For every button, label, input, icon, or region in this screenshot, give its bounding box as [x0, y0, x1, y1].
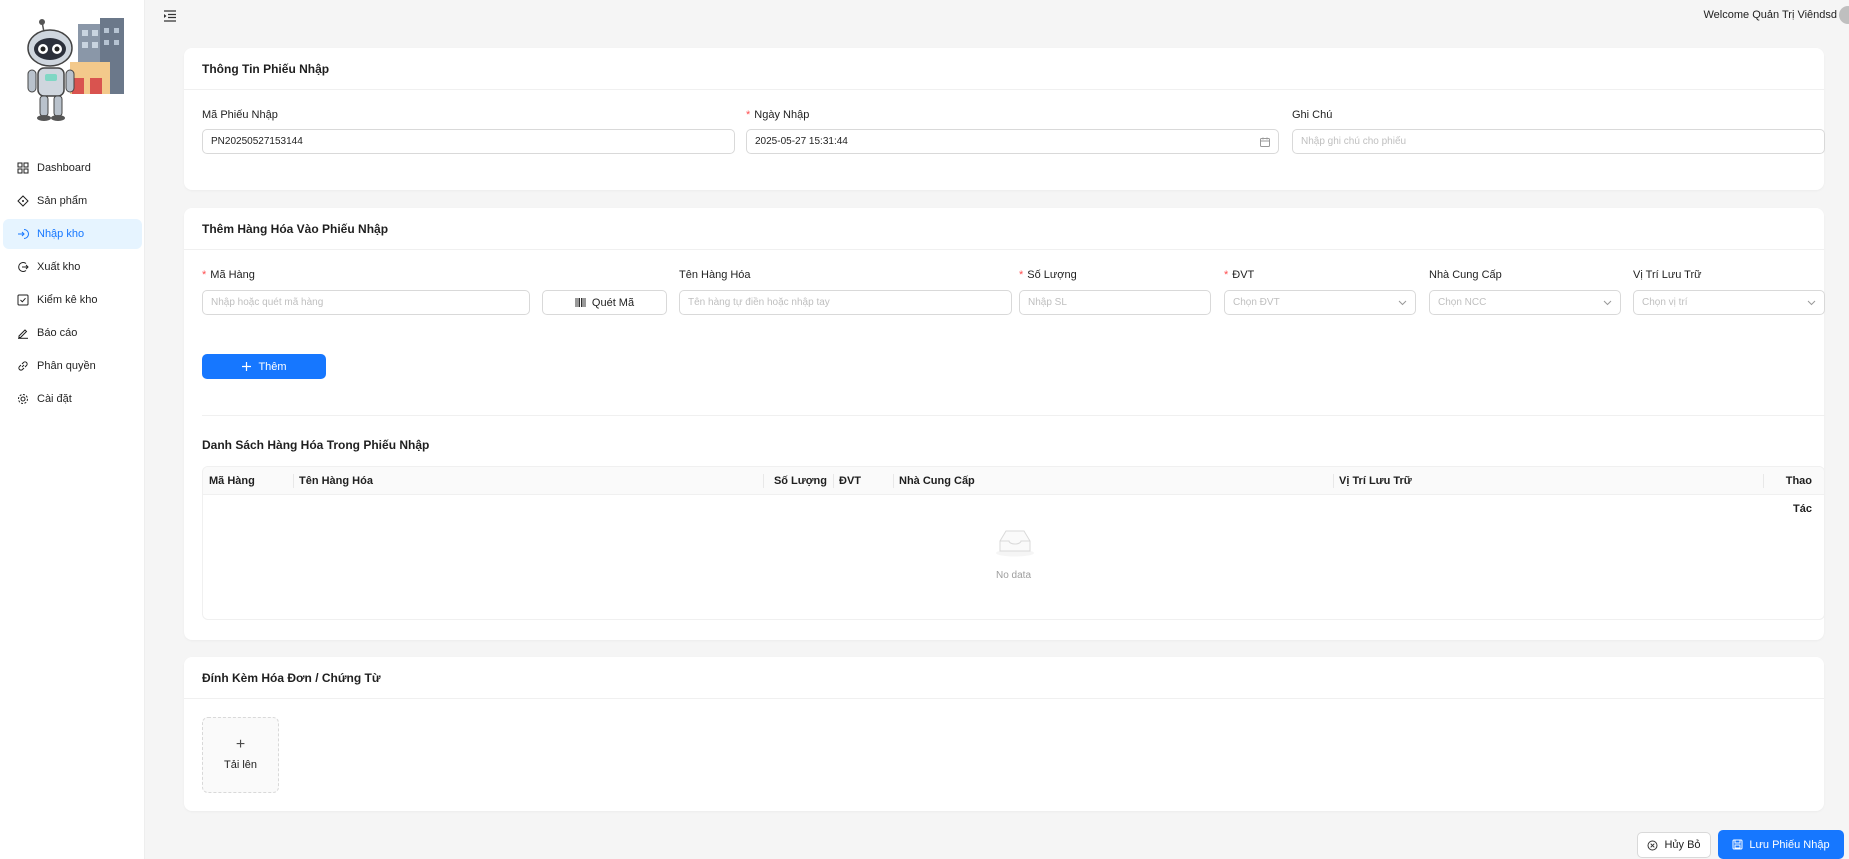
upload-button[interactable]: + Tải lên	[202, 717, 279, 793]
link-icon	[18, 361, 28, 371]
sidebar: Dashboard Sản phẩm Nhập kho Xuất kho Kiể…	[0, 0, 145, 859]
sidebar-item-inventory-check[interactable]: Kiểm kê kho	[3, 285, 142, 315]
card-title: Thông Tin Phiếu Nhập	[184, 48, 1824, 90]
table-header: Mã Hàng Tên Hàng Hóa Số Lượng ĐVT Nhà Cu…	[203, 467, 1824, 515]
goods-name-input[interactable]	[679, 290, 1012, 315]
add-button-label: Thêm	[258, 360, 287, 373]
empty-state: No data	[203, 495, 1824, 619]
sku-label: Mã Hàng	[202, 269, 255, 281]
supplier-select-placeholder: Chọn NCC	[1438, 297, 1487, 308]
upload-label: Tải lên	[223, 759, 258, 771]
export-icon	[18, 262, 29, 272]
robot-logo	[27, 18, 124, 121]
save-button-label: Lưu Phiếu Nhập	[1749, 838, 1830, 851]
sidebar-item-settings[interactable]: Cài đặt	[3, 384, 142, 414]
empty-text: No data	[995, 570, 1032, 581]
receipt-code-input[interactable]	[202, 129, 735, 154]
column-header-unit: ĐVT	[833, 467, 893, 495]
top-header: Welcome Quản Trị Viêndsd	[145, 0, 1849, 32]
supplier-select[interactable]: Chọn NCC	[1429, 290, 1621, 315]
goods-list-title: Danh Sách Hàng Hóa Trong Phiếu Nhập	[202, 438, 430, 452]
attachments-card: Đính Kèm Hóa Đơn / Chứng Từ + Tải lên	[184, 657, 1824, 811]
column-header-actions: Thao Tác	[1763, 467, 1824, 515]
sidebar-item-permissions[interactable]: Phân quyền	[3, 351, 142, 381]
sidebar-item-label: Sản phẩm	[37, 195, 88, 207]
chevron-down-icon	[1398, 300, 1407, 306]
unit-select[interactable]: Chọn ĐVT	[1224, 290, 1416, 315]
quantity-input[interactable]	[1019, 290, 1211, 315]
column-header-sku: Mã Hàng	[209, 475, 255, 487]
receipt-info-card: Thông Tin Phiếu Nhập Mã Phiếu Nhập Ngày …	[184, 48, 1825, 190]
column-header-location: Vị Trí Lưu Trữ	[1333, 467, 1763, 495]
sidebar-menu: Dashboard Sản phẩm Nhập kho Xuất kho Kiể…	[0, 150, 145, 417]
card-title: Đính Kèm Hóa Đơn / Chứng Từ	[184, 657, 1824, 699]
checkbox-icon	[17, 294, 29, 306]
sidebar-item-reports[interactable]: Báo cáo	[3, 318, 142, 348]
goods-table: Mã Hàng Tên Hàng Hóa Số Lượng ĐVT Nhà Cu…	[202, 466, 1825, 620]
sidebar-item-label: Phân quyền	[37, 360, 96, 372]
scan-button-label: Quét Mã	[591, 296, 635, 309]
cancel-button[interactable]: Hủy Bỏ	[1637, 832, 1711, 858]
sidebar-item-label: Xuất kho	[37, 261, 81, 273]
quantity-label: Số Lượng	[1019, 269, 1076, 281]
receipt-code-label: Mã Phiếu Nhập	[202, 109, 278, 121]
chevron-down-icon	[1603, 300, 1612, 306]
cancel-button-label: Hủy Bỏ	[1664, 839, 1701, 851]
receipt-date-label: Ngày Nhập	[746, 109, 809, 121]
column-header-quantity: Số Lượng	[763, 467, 833, 495]
location-select-placeholder: Chọn vị trí	[1642, 297, 1688, 308]
empty-inbox-icon	[996, 530, 1034, 557]
note-textarea[interactable]	[1292, 129, 1825, 154]
sidebar-item-label: Kiểm kê kho	[37, 294, 98, 306]
dashboard-icon	[17, 162, 29, 174]
unit-label: ĐVT	[1224, 269, 1254, 281]
save-icon	[1732, 839, 1743, 850]
card-title: Thêm Hàng Hóa Vào Phiếu Nhập	[184, 208, 1824, 250]
sidebar-item-label: Báo cáo	[37, 327, 78, 339]
location-label: Vị Trí Lưu Trữ	[1633, 269, 1702, 281]
receipt-date-value: 2025-05-27 15:31:44	[755, 136, 848, 147]
column-header-supplier: Nhà Cung Cấp	[893, 467, 1333, 495]
sidebar-item-dashboard[interactable]: Dashboard	[3, 153, 142, 183]
sku-input[interactable]	[202, 290, 530, 315]
unit-select-placeholder: Chọn ĐVT	[1233, 297, 1280, 308]
sidebar-item-label: Dashboard	[37, 162, 91, 174]
receipt-date-picker[interactable]: 2025-05-27 15:31:44	[746, 129, 1279, 154]
import-icon	[18, 229, 29, 239]
column-header-name: Tên Hàng Hóa	[293, 467, 763, 495]
plus-icon: +	[235, 736, 246, 753]
sidebar-item-products[interactable]: Sản phẩm	[3, 186, 142, 216]
scan-code-button[interactable]: Quét Mã	[542, 290, 667, 315]
location-select[interactable]: Chọn vị trí	[1633, 290, 1825, 315]
edit-icon	[18, 329, 28, 339]
add-goods-card: Thêm Hàng Hóa Vào Phiếu Nhập Mã Hàng Qué…	[184, 208, 1825, 640]
gear-icon	[18, 394, 28, 404]
close-circle-icon	[1647, 840, 1658, 850]
goods-name-label: Tên Hàng Hóa	[679, 269, 751, 281]
sidebar-item-export[interactable]: Xuất kho	[3, 252, 142, 282]
menu-fold-icon[interactable]	[163, 9, 177, 23]
note-label: Ghi Chú	[1292, 109, 1333, 121]
welcome-text: Welcome Quản Trị Viêndsd	[1703, 9, 1838, 21]
sidebar-item-label: Nhập kho	[37, 228, 85, 240]
section-divider	[202, 415, 1825, 416]
plus-icon	[242, 362, 252, 371]
save-receipt-button[interactable]: Lưu Phiếu Nhập	[1718, 830, 1844, 859]
chevron-down-icon	[1807, 300, 1816, 306]
supplier-label: Nhà Cung Cấp	[1429, 269, 1502, 281]
avatar[interactable]	[1839, 6, 1849, 24]
barcode-icon	[575, 298, 586, 307]
product-icon	[17, 195, 29, 207]
sidebar-item-import[interactable]: Nhập kho	[3, 219, 142, 249]
add-goods-button[interactable]: Thêm	[202, 354, 326, 379]
sidebar-item-label: Cài đặt	[37, 393, 72, 405]
calendar-icon	[1260, 137, 1270, 147]
